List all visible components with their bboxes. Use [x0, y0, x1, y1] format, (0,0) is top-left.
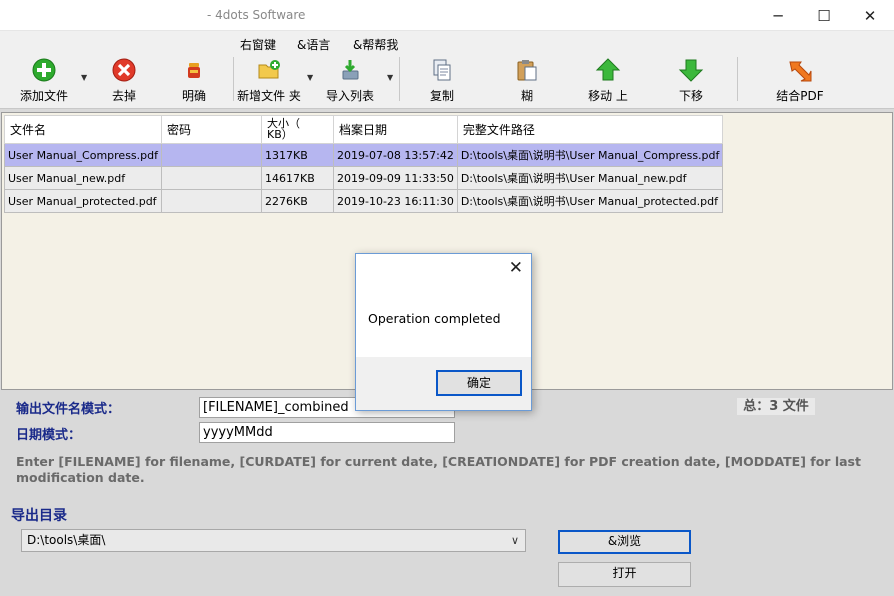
add-folder-dropdown-icon[interactable]: ▼: [307, 73, 313, 82]
cell-date: 2019-10-23 16:11:30: [333, 189, 458, 213]
filename-pattern-label: 输出文件名模式：: [16, 402, 121, 417]
window-title: - 4dots Software: [207, 8, 306, 22]
column-header-date[interactable]: 档案日期: [333, 115, 458, 144]
column-header-full-path[interactable]: 完整文件路径: [456, 115, 724, 144]
output-folder-value: D:\tools\桌面\: [27, 533, 106, 547]
toolbar-separator: [233, 57, 234, 101]
clear-button[interactable]: 明确: [174, 55, 214, 105]
add-folder-button[interactable]: 新增文件 夹: [236, 55, 302, 105]
cell-date: 2019-07-08 13:57:42: [333, 143, 458, 167]
copy-button[interactable]: 复制: [422, 55, 462, 105]
column-header-password[interactable]: 密码: [161, 115, 262, 144]
browse-button[interactable]: &浏览: [558, 530, 691, 554]
file-table: 文件名 密码 大小（ KB） 档案日期 完整文件路径 User Manual_C…: [4, 115, 724, 213]
dialog-ok-button[interactable]: 确定: [436, 370, 522, 396]
cell-size: 14617KB: [261, 166, 334, 190]
minimize-button[interactable]: ─: [755, 0, 801, 31]
remove-label: 去掉: [111, 89, 136, 103]
cell-path: D:\tools\桌面\说明书\User Manual_protected.pd…: [456, 189, 724, 213]
merge-pdf-button[interactable]: 结合PDF: [771, 55, 829, 105]
move-down-button[interactable]: 下移: [671, 55, 711, 105]
cell-date: 2019-09-09 11:33:50: [333, 166, 458, 190]
output-folder-select[interactable]: D:\tools\桌面\ ∨: [21, 529, 526, 552]
arrow-down-icon: [678, 59, 704, 82]
cell-filename: User Manual_Compress.pdf: [4, 143, 162, 167]
paste-button[interactable]: 糊: [507, 55, 547, 105]
menu-help[interactable]: &帮帮我: [353, 36, 398, 53]
cell-password[interactable]: [161, 143, 262, 167]
maximize-button[interactable]: ☐: [801, 0, 847, 31]
cell-path: D:\tools\桌面\说明书\User Manual_new.pdf: [456, 166, 724, 190]
move-down-label: 下移: [678, 89, 703, 103]
paste-label: 糊: [520, 89, 533, 103]
merge-arrow-icon: [789, 61, 812, 82]
table-row[interactable]: User Manual_protected.pdf 2276KB 2019-10…: [4, 189, 724, 213]
import-list-dropdown-icon[interactable]: ▼: [387, 73, 393, 82]
date-pattern-input[interactable]: yyyyMMdd: [199, 422, 455, 443]
date-pattern-label: 日期模式：: [16, 428, 82, 443]
total-files-count: 总：3 文件: [737, 398, 815, 415]
arrow-up-icon: [595, 58, 621, 81]
chevron-down-icon[interactable]: ∨: [511, 533, 519, 548]
pattern-hint-text: Enter [FILENAME] for filename, [CURDATE]…: [16, 454, 861, 485]
copy-label: 复制: [429, 89, 454, 103]
size-header-text: 大小（ KB）: [267, 117, 300, 141]
dialog-footer: 确定: [356, 357, 531, 410]
menu-language[interactable]: &语言: [297, 36, 330, 53]
toolbar-separator: [737, 57, 738, 101]
add-folder-label: 新增文件 夹: [237, 89, 301, 103]
dialog-message: Operation completed: [368, 311, 501, 326]
close-window-button[interactable]: ✕: [847, 0, 893, 31]
plus-circle-icon: [32, 58, 56, 82]
remove-circle-icon: [112, 58, 136, 82]
output-folder-label: 导出目录: [11, 508, 67, 524]
cell-filename: User Manual_new.pdf: [4, 166, 162, 190]
title-bar: - 4dots Software ─ ☐ ✕: [0, 0, 894, 31]
table-header-row: 文件名 密码 大小（ KB） 档案日期 完整文件路径: [4, 115, 724, 144]
table-row[interactable]: User Manual_new.pdf 14617KB 2019-09-09 1…: [4, 166, 724, 190]
import-list-label: 导入列表: [325, 89, 374, 103]
cell-path: D:\tools\桌面\说明书\User Manual_Compress.pdf: [456, 143, 724, 167]
cell-password[interactable]: [161, 166, 262, 190]
remove-button[interactable]: 去掉: [104, 55, 144, 105]
import-list-icon: [342, 60, 359, 80]
cell-filename: User Manual_protected.pdf: [4, 189, 162, 213]
eraser-icon: [188, 63, 200, 78]
column-header-filename[interactable]: 文件名: [4, 115, 162, 144]
operation-completed-dialog: ✕ Operation completed 确定: [355, 253, 532, 411]
toolbar: 添加文件 ▼ 去掉 明确 新增文件 夹 ▼ 导入列表 ▼ 复制 糊 移动 上 下…: [0, 53, 894, 109]
dialog-close-icon[interactable]: ✕: [509, 258, 523, 278]
open-folder-button[interactable]: 打开: [558, 562, 691, 587]
add-files-dropdown-icon[interactable]: ▼: [81, 73, 87, 82]
add-files-button[interactable]: 添加文件: [17, 55, 71, 105]
toolbar-separator: [399, 57, 400, 101]
copy-icon: [433, 59, 451, 81]
paste-icon: [517, 60, 537, 81]
import-list-button[interactable]: 导入列表: [322, 55, 378, 105]
add-folder-icon: [258, 60, 280, 79]
add-files-label: 添加文件: [19, 89, 68, 103]
clear-label: 明确: [181, 89, 206, 103]
menu-bar: 右窗键 &语言 &帮帮我: [0, 31, 894, 53]
move-up-label: 移动 上: [588, 89, 628, 103]
merge-pdf-label: 结合PDF: [776, 89, 824, 103]
table-row[interactable]: User Manual_Compress.pdf 1317KB 2019-07-…: [4, 143, 724, 167]
move-up-button[interactable]: 移动 上: [586, 55, 630, 105]
column-header-size[interactable]: 大小（ KB）: [261, 115, 334, 144]
cell-password[interactable]: [161, 189, 262, 213]
menu-right-click[interactable]: 右窗键: [240, 36, 276, 53]
cell-size: 2276KB: [261, 189, 334, 213]
cell-size: 1317KB: [261, 143, 334, 167]
